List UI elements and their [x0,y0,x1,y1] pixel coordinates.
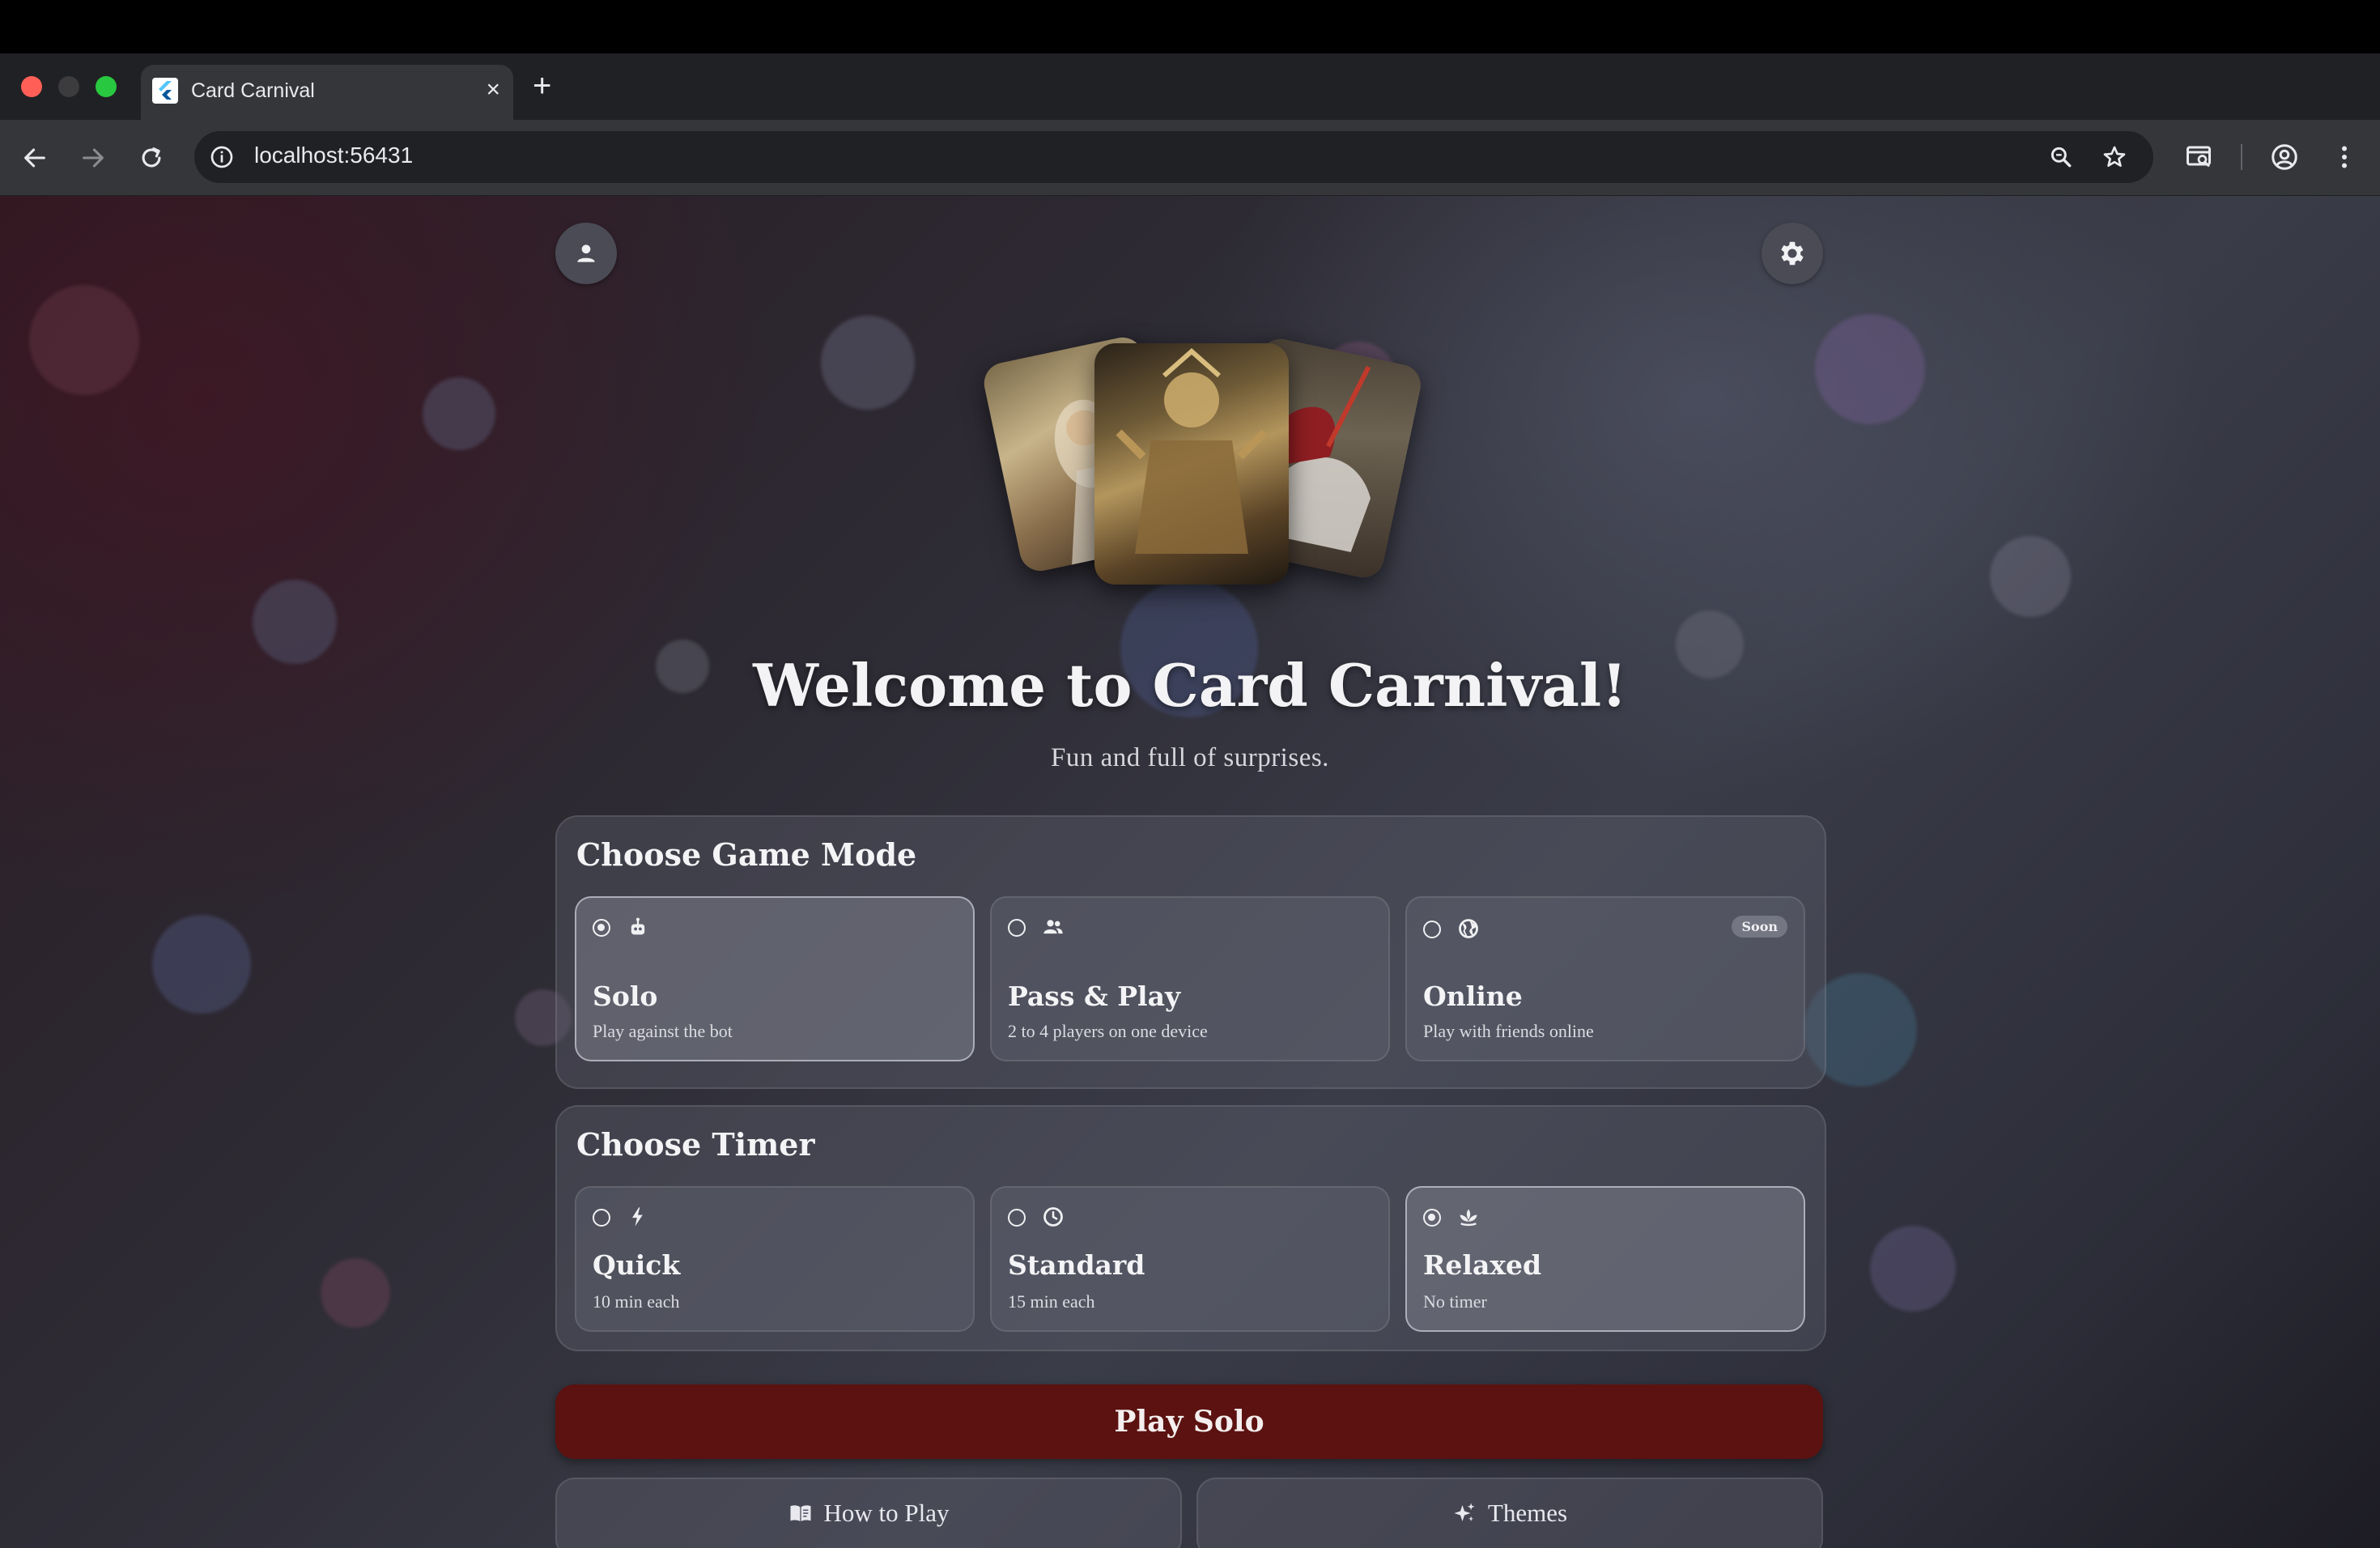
mode-title: Online [1423,980,1523,1012]
timer-subtitle: No timer [1423,1291,1487,1312]
radio-unselected[interactable] [1423,921,1441,938]
radio-unselected[interactable] [593,1209,610,1227]
mode-title: Pass & Play [1008,980,1181,1012]
game-mode-panel: Choose Game Mode Solo Play against the b… [555,815,1826,1089]
reload-icon[interactable] [138,144,165,172]
game-mode-heading: Choose Game Mode [576,836,917,873]
mode-option-solo[interactable]: Solo Play against the bot [575,896,975,1061]
bokeh-circle [1815,314,1925,424]
address-bar[interactable]: localhost:56431 [194,131,2153,183]
browser-tab[interactable]: Card Carnival × [141,65,513,120]
profile-icon[interactable] [2270,142,2299,172]
mode-subtitle: Play with friends online [1423,1021,1594,1041]
bokeh-circle [1870,1226,1956,1312]
mode-title: Solo [593,980,658,1012]
timer-title: Relaxed [1423,1249,1542,1281]
radio-selected[interactable] [593,919,610,937]
play-button-label: Play Solo [1114,1405,1264,1439]
book-icon [790,1505,810,1521]
themes-button[interactable]: Themes [1196,1478,1823,1548]
timer-heading: Choose Timer [576,1126,815,1163]
browser-menu-icon[interactable] [2330,142,2359,172]
radio-unselected[interactable] [1008,1209,1026,1227]
radio-unselected[interactable] [1008,919,1026,937]
tagline: Fun and full of surprises. [1051,743,1329,772]
lotus-icon [1460,1209,1477,1227]
mode-option-pass-and-play[interactable]: Pass & Play 2 to 4 players on one device [990,896,1390,1061]
person-icon [577,245,595,262]
timer-option-quick[interactable]: Quick 10 min each [575,1186,975,1332]
bookmark-star-icon[interactable] [2102,144,2127,170]
welcome-title: Welcome to Card Carnival! [753,651,1627,720]
new-tab-icon[interactable]: + [533,66,551,105]
bokeh-circle [29,285,139,395]
window-minimize-button[interactable] [58,76,79,97]
window-close-button[interactable] [21,76,42,97]
bot-icon [631,917,645,935]
toolbar-separator [2241,144,2242,170]
profile-button[interactable] [555,223,617,284]
zoom-icon[interactable] [2048,144,2074,170]
tab-close-icon[interactable]: × [486,76,500,104]
timer-option-standard[interactable]: Standard 15 min each [990,1186,1390,1332]
gear-icon [1781,241,1804,266]
tab-title: Card Carnival [191,79,315,102]
bokeh-circle [1990,536,2071,617]
back-arrow-icon[interactable] [21,144,49,172]
how-to-play-button[interactable]: How to Play [555,1478,1182,1548]
clock-icon [1043,1207,1063,1227]
sparkles-icon [1454,1503,1475,1521]
bokeh-circle [821,316,915,410]
timer-title: Quick [593,1249,681,1281]
forward-arrow-icon[interactable] [79,144,107,172]
url-text: localhost:56431 [254,142,414,168]
timer-title: Standard [1008,1249,1145,1281]
card-image-jester [1094,343,1289,585]
bolt-icon [632,1207,643,1227]
how-to-play-label: How to Play [823,1499,950,1527]
bokeh-circle [321,1258,390,1328]
timer-panel: Choose Timer Quick 10 min each Standard … [555,1105,1826,1351]
page-viewport: Welcome to Card Carnival! Fun and full o… [0,196,2380,1548]
tab-search-icon[interactable] [2184,142,2213,172]
timer-subtitle: 10 min each [593,1291,680,1312]
soon-badge: Soon [1732,916,1787,938]
play-solo-button[interactable]: Play Solo [555,1384,1823,1459]
radio-selected[interactable] [1423,1209,1441,1227]
mode-subtitle: 2 to 4 players on one device [1008,1021,1208,1041]
mode-option-online[interactable]: Soon Online Play with friends online [1405,896,1805,1061]
mode-subtitle: Play against the bot [593,1021,733,1041]
window-zoom-button[interactable] [96,76,117,97]
settings-button[interactable] [1762,223,1823,284]
site-info-icon[interactable] [209,144,235,170]
people-icon [1043,920,1063,934]
bokeh-circle [423,377,495,450]
bokeh-circle [152,915,251,1014]
timer-option-relaxed[interactable]: Relaxed No timer [1405,1186,1805,1332]
flutter-favicon-icon [152,78,178,104]
themes-label: Themes [1487,1499,1568,1527]
timer-subtitle: 15 min each [1008,1291,1095,1312]
globe-icon [1459,919,1478,938]
